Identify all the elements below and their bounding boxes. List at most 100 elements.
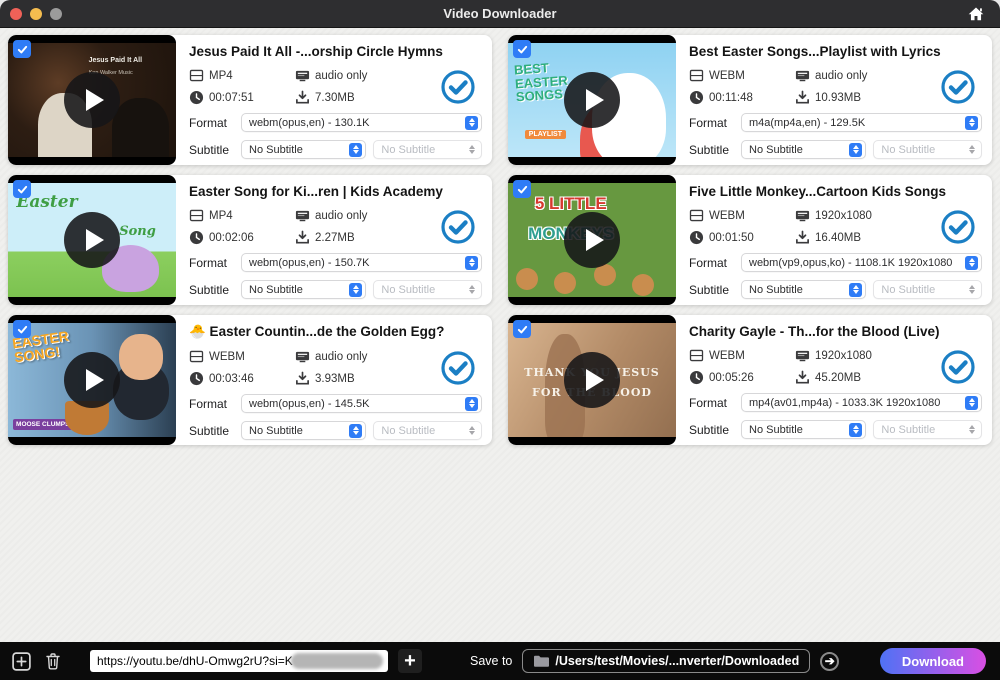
video-card: Easter Song Easter Song for Ki...ren | K… [8,175,492,305]
subtitle-secondary-value: No Subtitle [381,144,465,156]
size-value: 3.93MB [315,373,355,385]
quality-icon [295,349,310,364]
selected-check-icon[interactable] [940,349,976,385]
subtitle-secondary-value: No Subtitle [881,144,965,156]
add-url-button[interactable]: + [398,649,422,673]
save-path-button[interactable]: /Users/test/Movies/...nverter/Downloaded [522,649,810,673]
trash-icon[interactable] [42,650,64,672]
video-meta: WEBM 1920x1080 00:01:50 16.40MB [689,208,872,245]
format-label: Format [189,116,234,130]
video-info: Best Easter Songs...Playlist with Lyrics… [676,35,992,165]
select-checkbox[interactable] [13,320,31,338]
selected-check-icon[interactable] [440,209,476,245]
subtitle-label: Subtitle [189,424,234,438]
stepper-icon [849,423,862,437]
file-type-value: WEBM [709,350,745,362]
stepper-icon [465,283,478,297]
format-select-value: webm(opus,en) - 150.7K [249,257,465,269]
duration-icon [689,90,704,105]
size-icon [295,371,310,386]
video-thumbnail[interactable]: 5 LITTLE MONKEYS [508,175,676,305]
select-checkbox[interactable] [13,40,31,58]
play-icon[interactable] [64,212,120,268]
subtitle-select[interactable]: No Subtitle [741,140,866,159]
close-window-button[interactable] [10,8,22,20]
subtitle-select-value: No Subtitle [749,144,849,156]
video-list: Jesus Paid It All Ken Walker Music Jesus… [0,28,1000,642]
subtitle-select-secondary: No Subtitle [873,280,982,299]
format-select[interactable]: webm(opus,en) - 150.7K [241,253,482,272]
play-icon[interactable] [564,212,620,268]
play-icon[interactable] [64,352,120,408]
video-thumbnail[interactable]: Jesus Paid It All Ken Walker Music [8,35,176,165]
subtitle-select[interactable]: No Subtitle [741,420,866,439]
bottom-toolbar: + Save to /Users/test/Movies/...nverter/… [0,642,1000,680]
select-checkbox[interactable] [513,320,531,338]
window-title: Video Downloader [0,6,1000,21]
download-button[interactable]: Download [880,648,986,674]
save-to-label: Save to [470,654,512,668]
checkbox-check-icon [516,323,529,336]
play-icon[interactable] [64,72,120,128]
stepper-icon [465,424,478,438]
subtitle-select[interactable]: No Subtitle [241,421,366,440]
select-checkbox[interactable] [513,180,531,198]
subtitle-select-secondary: No Subtitle [373,140,482,159]
minimize-window-button[interactable] [30,8,42,20]
format-select[interactable]: webm(opus,en) - 130.1K [241,113,482,132]
format-select-value: webm(vp9,opus,ko) - 1108.1K 1920x1080 [749,257,965,269]
selected-check-icon[interactable] [440,69,476,105]
video-meta: WEBM 1920x1080 00:05:26 45.20MB [689,348,872,385]
format-select[interactable]: webm(vp9,opus,ko) - 1108.1K 1920x1080 [741,253,982,272]
video-thumbnail[interactable]: Easter Song [8,175,176,305]
select-checkbox[interactable] [13,180,31,198]
format-select[interactable]: webm(opus,en) - 145.5K [241,394,482,413]
duration-icon [689,230,704,245]
subtitle-select[interactable]: No Subtitle [241,140,366,159]
play-icon[interactable] [564,72,620,128]
stepper-icon [849,143,862,157]
video-title: 🐣 Easter Countin...de the Golden Egg? [189,324,482,340]
video-card: BEST EASTER SONGS PLAYLIST Best Easter S… [508,35,992,165]
file-type-icon [189,208,204,223]
video-card: EASTER SONG! MOOSE CLUMPS 🐣 Easter Count… [8,315,492,445]
play-icon[interactable] [564,352,620,408]
format-select[interactable]: m4a(mp4a,en) - 129.5K [741,113,982,132]
video-thumbnail[interactable]: EASTER SONG! MOOSE CLUMPS [8,315,176,445]
stepper-icon [349,424,362,438]
video-info: Five Little Monkey...Cartoon Kids Songs … [676,175,992,305]
stepper-icon [965,423,978,437]
go-arrow-icon[interactable]: ➔ [820,652,839,671]
quality-value: audio only [315,210,367,222]
add-task-icon[interactable] [10,650,32,672]
selected-check-icon[interactable] [940,209,976,245]
duration-value: 00:02:06 [209,232,254,244]
duration-value: 00:03:46 [209,373,254,385]
size-icon [295,230,310,245]
format-select[interactable]: mp4(av01,mp4a) - 1033.3K 1920x1080 [741,393,982,412]
checkbox-check-icon [16,323,29,336]
selected-check-icon[interactable] [940,69,976,105]
subtitle-select[interactable]: No Subtitle [741,280,866,299]
stepper-icon [849,283,862,297]
subtitle-select-secondary: No Subtitle [873,420,982,439]
video-meta: MP4 audio only 00:07:51 7.30MB [189,68,367,105]
format-label: Format [689,256,734,270]
size-value: 10.93MB [815,92,861,104]
home-icon[interactable] [966,4,986,24]
zoom-window-button[interactable] [50,8,62,20]
video-title: Best Easter Songs...Playlist with Lyrics [689,44,982,59]
file-type-value: WEBM [709,210,745,222]
quality-value: audio only [815,70,867,82]
subtitle-secondary-value: No Subtitle [881,424,965,436]
subtitle-select[interactable]: No Subtitle [241,280,366,299]
video-thumbnail[interactable]: BEST EASTER SONGS PLAYLIST [508,35,676,165]
stepper-icon [349,143,362,157]
subtitle-secondary-value: No Subtitle [381,284,465,296]
video-thumbnail[interactable]: THANK YOU JESUS FOR THE BLOOD [508,315,676,445]
select-checkbox[interactable] [513,40,531,58]
stepper-icon [465,397,478,411]
title-bar: Video Downloader [0,0,1000,28]
selected-check-icon[interactable] [440,350,476,386]
video-info: Charity Gayle - Th...for the Blood (Live… [676,315,992,445]
